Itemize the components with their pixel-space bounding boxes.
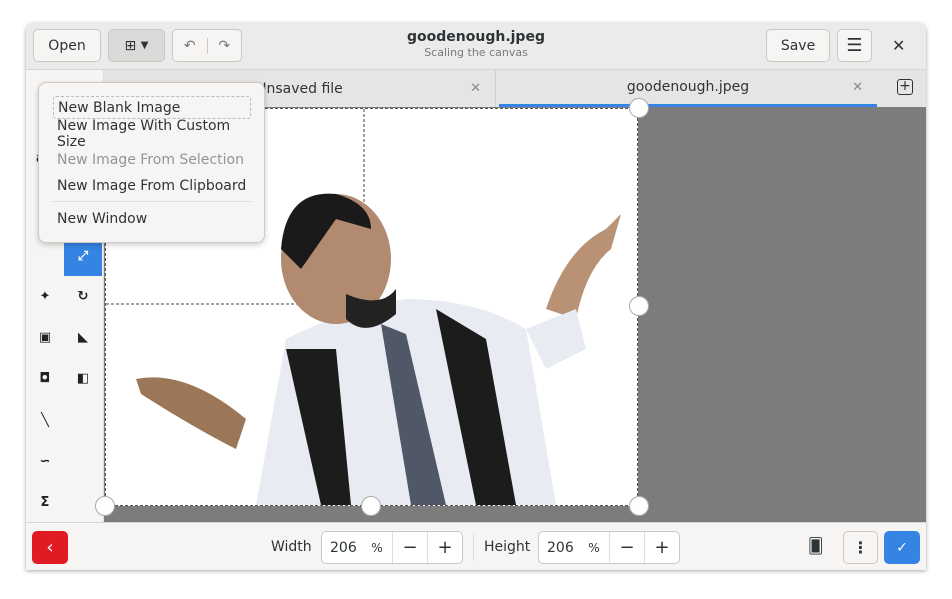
checkmark-icon: ✓ bbox=[896, 539, 908, 556]
rect-select-tool[interactable]: ▣ bbox=[26, 318, 64, 357]
tab-goodenough[interactable]: goodenough.jpeg ✕ bbox=[499, 70, 877, 107]
plus-icon: + bbox=[899, 78, 911, 94]
main-menu-button[interactable]: ☰ bbox=[837, 29, 872, 62]
resize-handle-top-right[interactable] bbox=[629, 98, 649, 118]
close-tab-icon[interactable]: ✕ bbox=[470, 81, 481, 96]
filters-tool[interactable]: ◧ bbox=[64, 359, 102, 398]
shape-tool[interactable]: Σ bbox=[26, 483, 64, 522]
help-icon: 🂠 bbox=[808, 537, 824, 555]
skew-tool[interactable]: ◣ bbox=[64, 318, 102, 357]
resize-handle-bottom-left[interactable] bbox=[95, 496, 115, 516]
height-value[interactable]: 206 bbox=[539, 532, 579, 563]
resize-handle-bottom[interactable] bbox=[361, 496, 381, 516]
menu-item-new-blank-image[interactable]: New Blank Image bbox=[53, 96, 251, 119]
title-text: goodenough.jpeg bbox=[407, 29, 545, 45]
height-label: Height bbox=[484, 539, 531, 555]
sparkles-icon: ✦ bbox=[39, 289, 51, 304]
hamburger-icon: ☰ bbox=[846, 35, 863, 56]
width-value[interactable]: 206 bbox=[322, 532, 362, 563]
header-bar: Open ⊞ ▼ ↶ ↷ goodenough.jpeg Scaling the… bbox=[26, 23, 926, 70]
open-button[interactable]: Open bbox=[33, 29, 101, 62]
line-icon: ╲ bbox=[41, 413, 49, 428]
width-decrement-button[interactable]: − bbox=[392, 532, 427, 563]
menu-item-new-from-clipboard[interactable]: New Image From Clipboard bbox=[53, 174, 251, 197]
sparkle-tool[interactable]: ✦ bbox=[26, 277, 64, 316]
line-tool[interactable]: ╲ bbox=[26, 401, 64, 440]
history-buttons: ↶ ↷ bbox=[172, 29, 242, 62]
new-image-icon: ⊞ bbox=[124, 37, 137, 54]
height-decrement-button[interactable]: − bbox=[609, 532, 644, 563]
close-button[interactable]: ✕ bbox=[892, 36, 905, 55]
shape-icon: Σ bbox=[40, 495, 50, 510]
menu-separator bbox=[53, 201, 251, 202]
tab-label: Unsaved file bbox=[256, 80, 343, 97]
height-increment-button[interactable]: + bbox=[644, 532, 679, 563]
menu-item-new-custom-size[interactable]: New Image With Custom Size bbox=[53, 118, 251, 150]
bottom-bar: ‹ Width 206 % − + Height 206 % − + 🂠 ⋮ ✓ bbox=[26, 522, 926, 570]
subtitle-text: Scaling the canvas bbox=[424, 46, 528, 59]
close-tab-icon[interactable]: ✕ bbox=[852, 80, 863, 95]
cancel-button[interactable]: ‹ bbox=[32, 531, 68, 564]
curve-tool[interactable]: ∽ bbox=[26, 442, 64, 481]
vertical-dots-icon: ⋮ bbox=[852, 538, 869, 557]
divider bbox=[473, 533, 474, 561]
curve-icon: ∽ bbox=[39, 454, 51, 469]
chevron-down-icon: ▼ bbox=[140, 40, 149, 51]
new-tab-button[interactable]: + bbox=[897, 79, 913, 95]
rotate-icon: ↻ bbox=[77, 289, 89, 304]
chevron-left-icon: ‹ bbox=[46, 537, 54, 558]
menu-item-new-window[interactable]: New Window bbox=[53, 207, 251, 230]
free-select-tool[interactable]: ◘ bbox=[26, 359, 64, 398]
gradient-icon: ◧ bbox=[76, 371, 90, 386]
width-spinbutton[interactable]: 206 % − + bbox=[321, 531, 463, 564]
save-button[interactable]: Save bbox=[766, 29, 830, 62]
free-select-icon: ◘ bbox=[39, 371, 51, 386]
undo-icon[interactable]: ↶ bbox=[173, 38, 207, 54]
menu-item-new-from-selection: New Image From Selection bbox=[57, 151, 244, 168]
new-image-popover: New Blank Image New Image With Custom Si… bbox=[38, 82, 265, 243]
rotate-tool[interactable]: ↻ bbox=[64, 277, 102, 316]
help-button[interactable]: 🂠 bbox=[808, 537, 823, 555]
skew-icon: ◣ bbox=[78, 330, 88, 345]
height-spinbutton[interactable]: 206 % − + bbox=[538, 531, 680, 564]
width-increment-button[interactable]: + bbox=[427, 532, 462, 563]
width-label: Width bbox=[271, 539, 312, 555]
resize-handle-bottom-right[interactable] bbox=[629, 496, 649, 516]
height-unit: % bbox=[588, 540, 600, 555]
resize-handle-right[interactable] bbox=[629, 296, 649, 316]
apply-button[interactable]: ✓ bbox=[884, 531, 920, 564]
new-image-menu-button[interactable]: ⊞ ▼ bbox=[108, 29, 165, 62]
scale-arrows-icon: ⤢ bbox=[77, 249, 89, 264]
tab-label: goodenough.jpeg bbox=[626, 79, 750, 95]
selection-icon: ▣ bbox=[38, 330, 52, 345]
window-title: goodenough.jpeg Scaling the canvas bbox=[326, 29, 626, 59]
options-button[interactable]: ⋮ bbox=[843, 531, 878, 564]
close-icon: ✕ bbox=[892, 36, 906, 55]
redo-icon[interactable]: ↷ bbox=[206, 37, 242, 54]
width-unit: % bbox=[371, 540, 383, 555]
